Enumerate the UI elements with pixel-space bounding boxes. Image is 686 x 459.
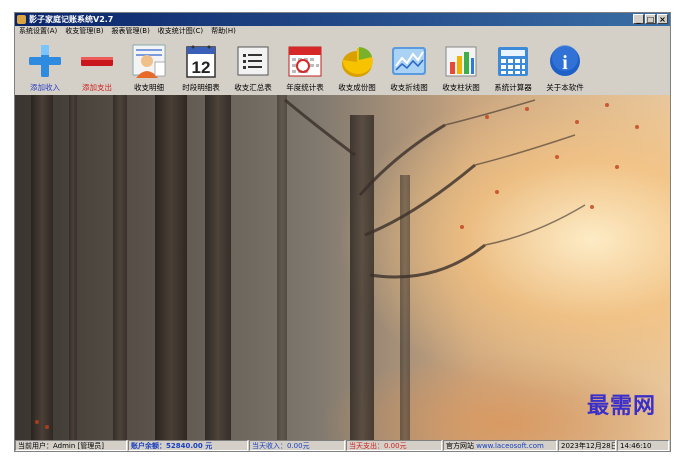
leaf (525, 107, 529, 111)
menu-help[interactable]: 帮助(H) (207, 26, 240, 37)
status-current-user: 当前用户：Admin [管理员] (15, 440, 127, 451)
bar-chart-button[interactable]: 收支柱状图 (435, 37, 487, 95)
calculator-button[interactable]: 系统计算器 (487, 37, 539, 95)
background-photo: 最需网 (15, 95, 670, 440)
status-date: 2023年12月28日 (558, 440, 616, 451)
list-icon (234, 42, 272, 80)
leaf (605, 103, 609, 107)
window-title: 影子家庭记账系统V2.7 (29, 15, 114, 24)
leaf (485, 115, 489, 119)
income-expense-detail-label: 收支明细 (134, 83, 164, 92)
menu-income-expense[interactable]: 收支管理(B) (61, 26, 107, 37)
leaf (495, 190, 499, 194)
line-chart-button[interactable]: 收支折线图 (383, 37, 435, 95)
about-label: 关于本软件 (546, 83, 584, 92)
leaf (45, 425, 49, 429)
minus-icon (78, 42, 116, 80)
bar-chart-label: 收支柱状图 (442, 83, 480, 92)
leaf (590, 205, 594, 209)
status-today-income: 当天收入：0.00元 (249, 440, 345, 451)
window-controls: _ □ × (633, 14, 668, 25)
status-bar: 当前用户：Admin [管理员] 账户余额：52840.00 元 当天收入：0.… (15, 440, 670, 451)
menu-bar: 系统设置(A) 收支管理(B) 报表管理(B) 收支统计图(C) 帮助(H) (15, 26, 670, 37)
leaf (575, 120, 579, 124)
leaf (555, 155, 559, 159)
app-window: 影子家庭记账系统V2.7 _ □ × 系统设置(A) 收支管理(B) 报表管理(… (14, 12, 671, 452)
title-bar[interactable]: 影子家庭记账系统V2.7 _ □ × (15, 13, 670, 26)
annual-stats-button[interactable]: 年度统计表 (279, 37, 331, 95)
leaf (635, 125, 639, 129)
leaf (35, 420, 39, 424)
toolbar: 添加收入 添加支出 收支明细 12 时段明细表 收支汇总表 年度统计表 收支成份… (15, 37, 670, 95)
period-detail-label: 时段明细表 (182, 83, 220, 92)
summary-table-button[interactable]: 收支汇总表 (227, 37, 279, 95)
about-button[interactable]: i 关于本软件 (539, 37, 591, 95)
watermark-text: 最需网 (586, 394, 656, 419)
add-income-label: 添加收入 (30, 83, 60, 92)
plus-icon (26, 42, 64, 80)
user-detail-icon (130, 42, 168, 80)
pie-chart-icon (338, 42, 376, 80)
line-chart-icon (390, 42, 428, 80)
add-expense-button[interactable]: 添加支出 (71, 37, 123, 95)
calendar-icon: 12 (182, 42, 220, 80)
close-button[interactable]: × (657, 14, 668, 24)
bar-chart-icon (442, 42, 480, 80)
income-expense-detail-button[interactable]: 收支明细 (123, 37, 175, 95)
status-balance: 账户余额：52840.00 元 (128, 440, 248, 451)
status-time: 14:46:10 (617, 440, 669, 451)
menu-system-settings[interactable]: 系统设置(A) (15, 26, 61, 37)
branches (284, 98, 586, 279)
info-glyph: i (562, 52, 568, 74)
calculator-icon (494, 42, 532, 80)
line-chart-label: 收支折线图 (390, 83, 428, 92)
annual-stats-label: 年度统计表 (286, 83, 324, 92)
period-detail-button[interactable]: 12 时段明细表 (175, 37, 227, 95)
minimize-button[interactable]: _ (633, 14, 644, 24)
status-today-expense: 当天支出：0.00元 (346, 440, 442, 451)
calculator-label: 系统计算器 (494, 83, 532, 92)
calendar-number: 12 (192, 58, 211, 77)
menu-charts[interactable]: 收支统计图(C) (154, 26, 207, 37)
summary-table-label: 收支汇总表 (234, 83, 272, 92)
composition-chart-button[interactable]: 收支成份图 (331, 37, 383, 95)
composition-chart-label: 收支成份图 (338, 83, 376, 92)
add-income-button[interactable]: 添加收入 (19, 37, 71, 95)
website-link[interactable]: www.laceosoft.com (476, 442, 544, 450)
website-label: 官方网站 (446, 442, 474, 450)
leaf (615, 165, 619, 169)
add-expense-label: 添加支出 (82, 83, 112, 92)
app-icon (17, 15, 26, 24)
info-icon: i (546, 42, 584, 80)
menu-reports[interactable]: 报表管理(B) (108, 26, 154, 37)
annual-calendar-icon (286, 42, 324, 80)
status-website: 官方网站 www.laceosoft.com (443, 440, 557, 451)
maximize-button[interactable]: □ (645, 14, 656, 24)
leaf (460, 225, 464, 229)
